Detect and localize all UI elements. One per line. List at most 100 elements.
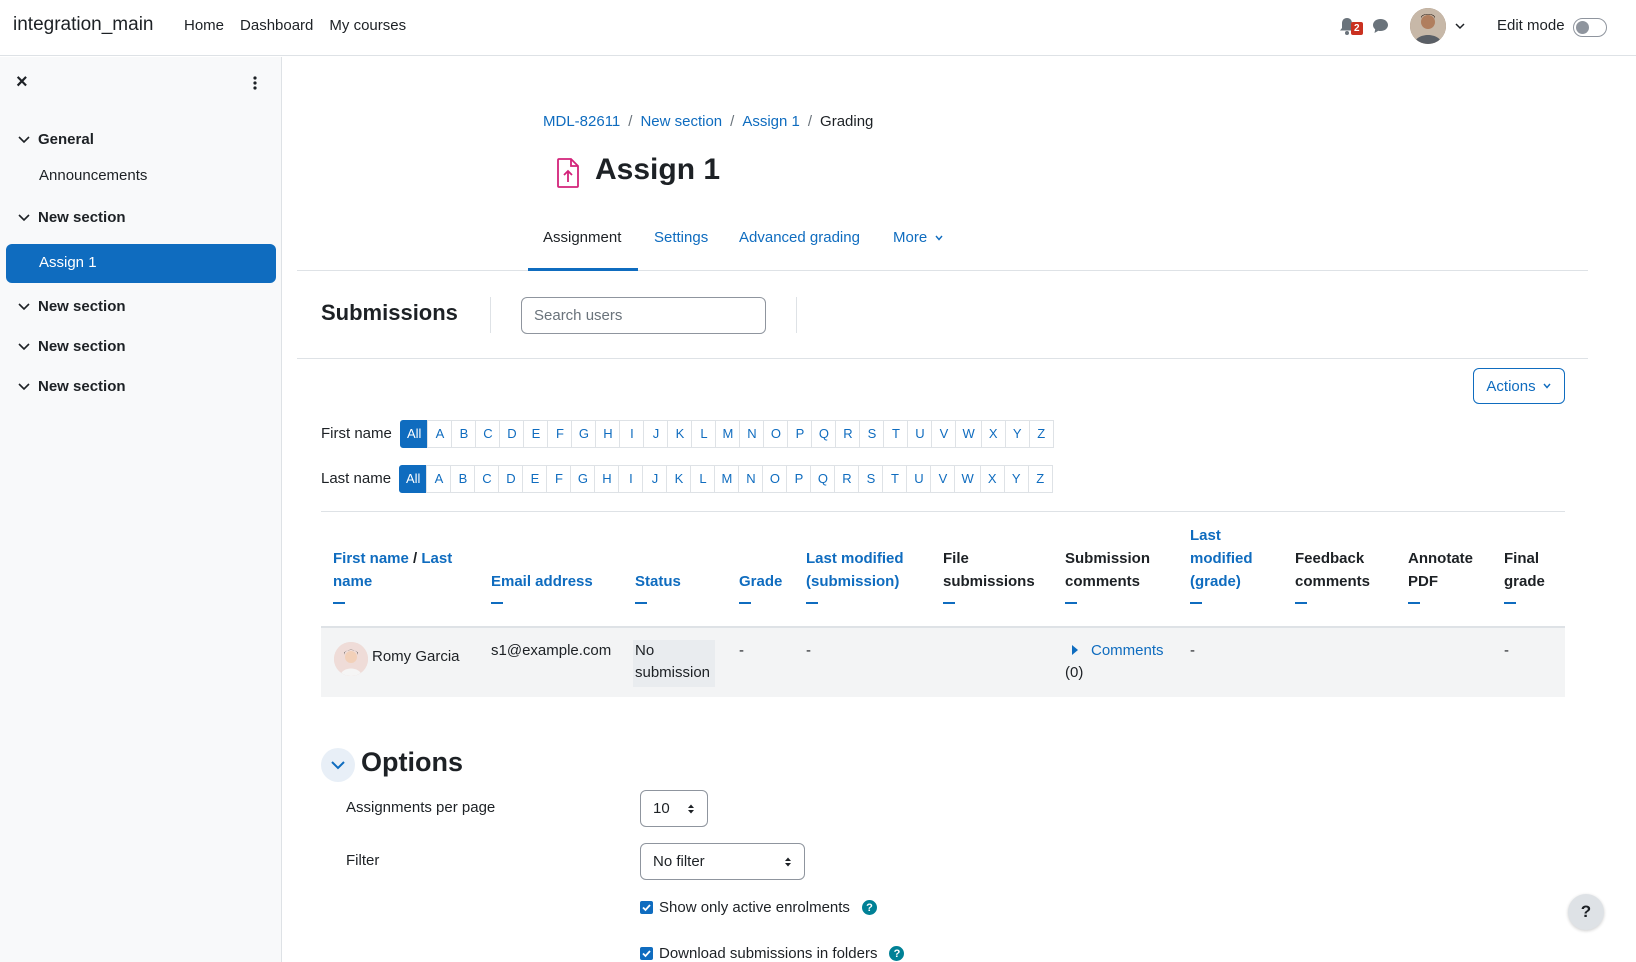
last-name-initial-i[interactable]: I (618, 465, 644, 493)
collapse-column-icon[interactable] (1504, 602, 1516, 604)
edit-mode-toggle[interactable] (1573, 18, 1607, 37)
collapse-column-icon[interactable] (806, 602, 818, 604)
tab-settings[interactable]: Settings (654, 229, 708, 246)
tab-advanced-grading[interactable]: Advanced grading (739, 229, 860, 246)
first-name-initial-a[interactable]: A (427, 420, 453, 448)
first-name-initial-i[interactable]: I (619, 420, 645, 448)
collapse-column-icon[interactable] (943, 602, 955, 604)
collapse-column-icon[interactable] (1190, 602, 1202, 604)
last-name-initial-c[interactable]: C (474, 465, 500, 493)
comments-count-link[interactable]: (0) (1065, 662, 1083, 684)
nav-dashboard[interactable]: Dashboard (240, 17, 313, 34)
first-name-initial-t[interactable]: T (883, 420, 909, 448)
last-name-initial-x[interactable]: X (979, 465, 1005, 493)
first-name-initial-s[interactable]: S (859, 420, 885, 448)
first-name-initial-z[interactable]: Z (1028, 420, 1054, 448)
sidebar-section-new-section-1[interactable]: New section (16, 205, 126, 229)
tab-more[interactable]: More (893, 229, 944, 246)
first-name-initial-h[interactable]: H (595, 420, 621, 448)
first-name-initial-u[interactable]: U (907, 420, 933, 448)
collapse-column-icon[interactable] (333, 602, 345, 604)
sidebar-item-announcements[interactable]: Announcements (39, 167, 147, 184)
first-name-initial-e[interactable]: E (523, 420, 549, 448)
chevron-down-icon[interactable] (16, 131, 32, 147)
last-name-initial-all[interactable]: All (399, 465, 428, 493)
sort-first-name-link[interactable]: First name (333, 550, 409, 567)
last-name-initial-u[interactable]: U (906, 465, 932, 493)
last-name-initial-v[interactable]: V (930, 465, 956, 493)
actions-button[interactable]: Actions (1473, 368, 1565, 404)
last-name-initial-a[interactable]: A (426, 465, 452, 493)
first-name-initial-r[interactable]: R (835, 420, 861, 448)
first-name-initial-p[interactable]: P (787, 420, 813, 448)
sidebar-section-new-section-2[interactable]: New section (16, 294, 126, 318)
tab-assignment[interactable]: Assignment (543, 229, 621, 246)
collapse-column-icon[interactable] (1295, 602, 1307, 604)
last-name-initial-r[interactable]: R (834, 465, 860, 493)
download-folders-checkbox[interactable] (640, 947, 653, 960)
last-name-initial-o[interactable]: O (762, 465, 788, 493)
active-enrolments-checkbox[interactable] (640, 901, 653, 914)
sort-last-name-link[interactable]: Last (421, 550, 452, 567)
first-name-initial-c[interactable]: C (475, 420, 501, 448)
last-name-initial-t[interactable]: T (882, 465, 908, 493)
chevron-down-icon[interactable] (16, 209, 32, 225)
first-name-initial-d[interactable]: D (499, 420, 525, 448)
nav-my-courses[interactable]: My courses (329, 17, 406, 34)
nav-home[interactable]: Home (184, 17, 224, 34)
sidebar-section-new-section-3[interactable]: New section (16, 334, 126, 358)
last-name-initial-g[interactable]: G (570, 465, 596, 493)
first-name-initial-g[interactable]: G (571, 420, 597, 448)
options-collapse-toggle[interactable] (321, 748, 355, 782)
last-name-initial-w[interactable]: W (954, 465, 981, 493)
last-name-initial-h[interactable]: H (594, 465, 620, 493)
help-icon[interactable]: ? (861, 900, 877, 915)
chevron-down-icon[interactable] (16, 298, 32, 314)
last-name-initial-d[interactable]: D (498, 465, 524, 493)
first-name-initial-all[interactable]: All (400, 420, 429, 448)
breadcrumb-activity[interactable]: Assign 1 (742, 113, 800, 130)
sidebar-section-general[interactable]: General (16, 127, 94, 151)
collapse-column-icon[interactable] (1408, 602, 1420, 604)
search-users-input[interactable] (521, 297, 766, 334)
first-name-initial-n[interactable]: N (739, 420, 765, 448)
avatar[interactable] (334, 642, 368, 676)
last-name-initial-q[interactable]: Q (810, 465, 836, 493)
first-name-initial-b[interactable]: B (451, 420, 477, 448)
sidebar-section-new-section-4[interactable]: New section (16, 374, 126, 398)
close-drawer-icon[interactable]: × (16, 72, 32, 92)
chevron-down-icon[interactable] (16, 338, 32, 354)
breadcrumb-course[interactable]: MDL-82611 (543, 113, 620, 130)
collapse-column-icon[interactable] (739, 602, 751, 604)
first-name-initial-x[interactable]: X (980, 420, 1006, 448)
first-name-initial-w[interactable]: W (955, 420, 982, 448)
filter-select[interactable]: No filter (640, 843, 805, 880)
comments-link[interactable]: Comments (1091, 642, 1164, 659)
last-name-initial-j[interactable]: J (642, 465, 668, 493)
last-name-initial-b[interactable]: B (450, 465, 476, 493)
header-last-modified-grade[interactable]: Last modified (grade) (1190, 524, 1253, 604)
collapse-column-icon[interactable] (491, 602, 503, 604)
first-name-initial-y[interactable]: Y (1004, 420, 1030, 448)
first-name-initial-o[interactable]: O (763, 420, 789, 448)
last-name-initial-n[interactable]: N (738, 465, 764, 493)
per-page-select[interactable]: 10 (640, 790, 708, 827)
last-name-initial-k[interactable]: K (666, 465, 692, 493)
last-name-initial-m[interactable]: M (714, 465, 740, 493)
comments-toggle[interactable]: Comments (1065, 640, 1164, 662)
sidebar-item-assign-1[interactable]: Assign 1 (6, 244, 276, 283)
user-menu-chevron-down-icon[interactable] (1453, 19, 1467, 33)
last-name-initial-e[interactable]: E (522, 465, 548, 493)
breadcrumb-section[interactable]: New section (640, 113, 722, 130)
header-grade[interactable]: Grade (739, 570, 782, 604)
kebab-menu-icon[interactable] (250, 75, 260, 91)
first-name-initial-q[interactable]: Q (811, 420, 837, 448)
first-name-initial-m[interactable]: M (715, 420, 741, 448)
last-name-initial-p[interactable]: P (786, 465, 812, 493)
user-name-link[interactable]: Romy Garcia (372, 646, 460, 668)
last-name-initial-z[interactable]: Z (1027, 465, 1053, 493)
chevron-down-icon[interactable] (16, 378, 32, 394)
first-name-initial-f[interactable]: F (547, 420, 573, 448)
header-email[interactable]: Email address (491, 570, 593, 604)
header-last-modified-submission[interactable]: Last modified (submission) (806, 547, 904, 604)
